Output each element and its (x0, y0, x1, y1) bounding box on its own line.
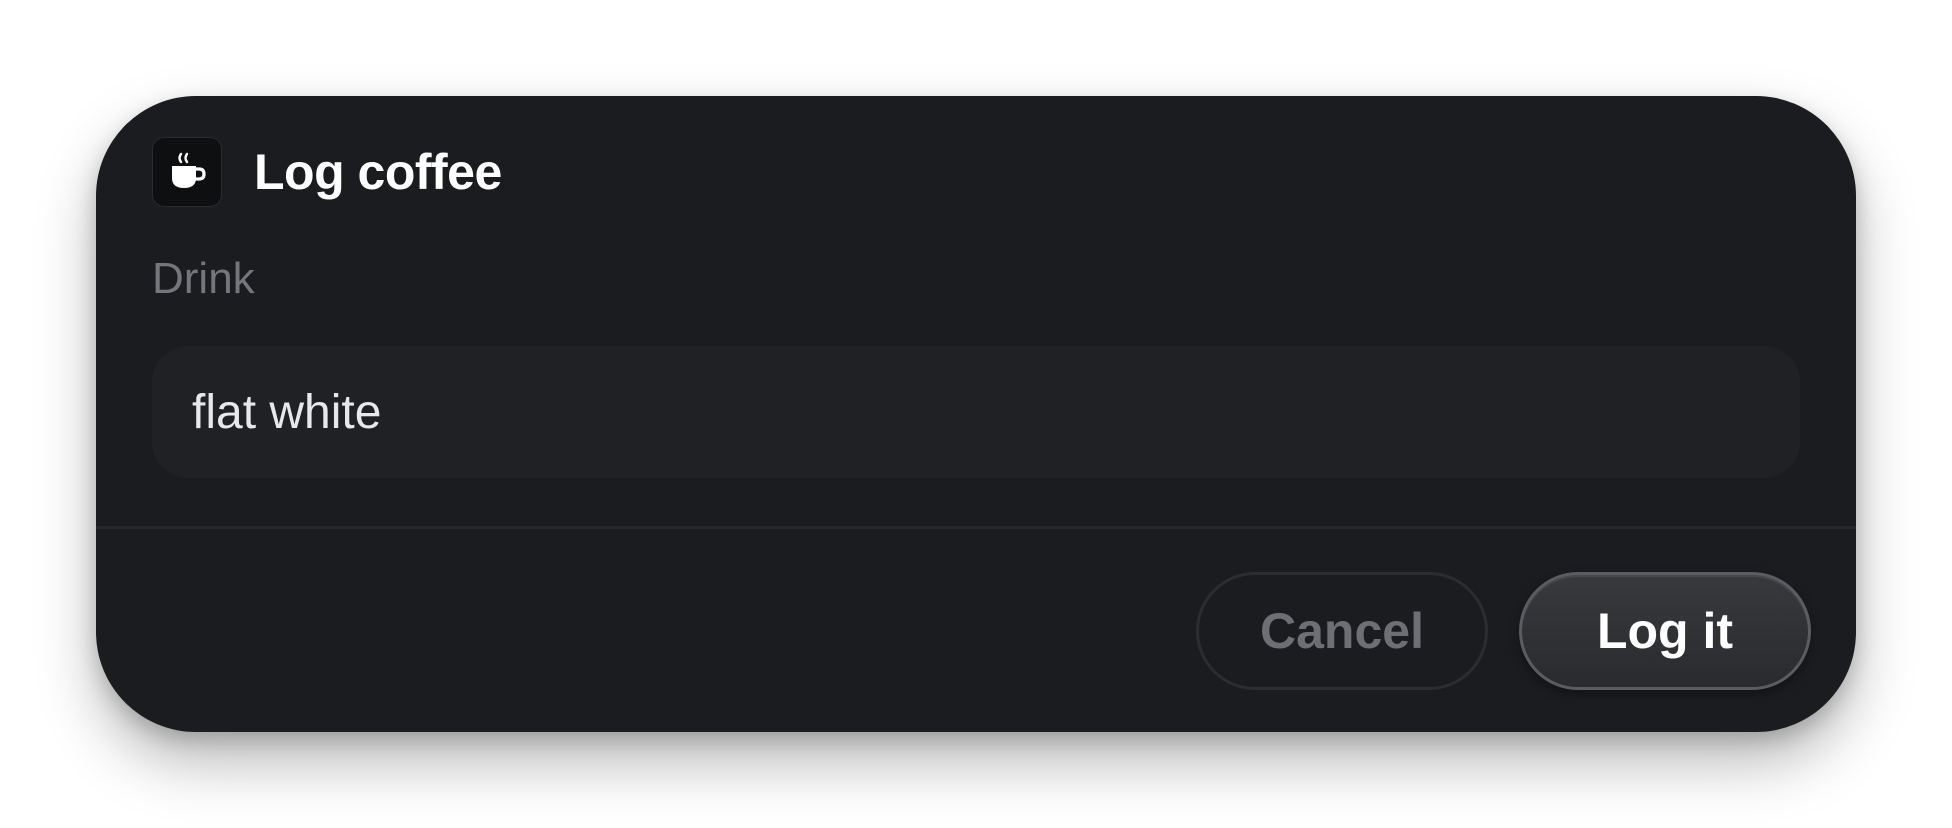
log-it-button[interactable]: Log it (1519, 572, 1811, 690)
app-icon-tile (152, 137, 222, 207)
log-coffee-dialog: Log coffee Drink Cancel Log it (96, 96, 1856, 732)
cancel-button[interactable]: Cancel (1196, 572, 1488, 690)
footer-divider (96, 526, 1856, 529)
dialog-title: Log coffee (254, 144, 502, 200)
coffee-cup-icon (172, 152, 206, 188)
drink-input[interactable] (152, 346, 1800, 478)
drink-field-label: Drink (152, 254, 255, 303)
dialog-header: Log coffee (152, 136, 502, 208)
